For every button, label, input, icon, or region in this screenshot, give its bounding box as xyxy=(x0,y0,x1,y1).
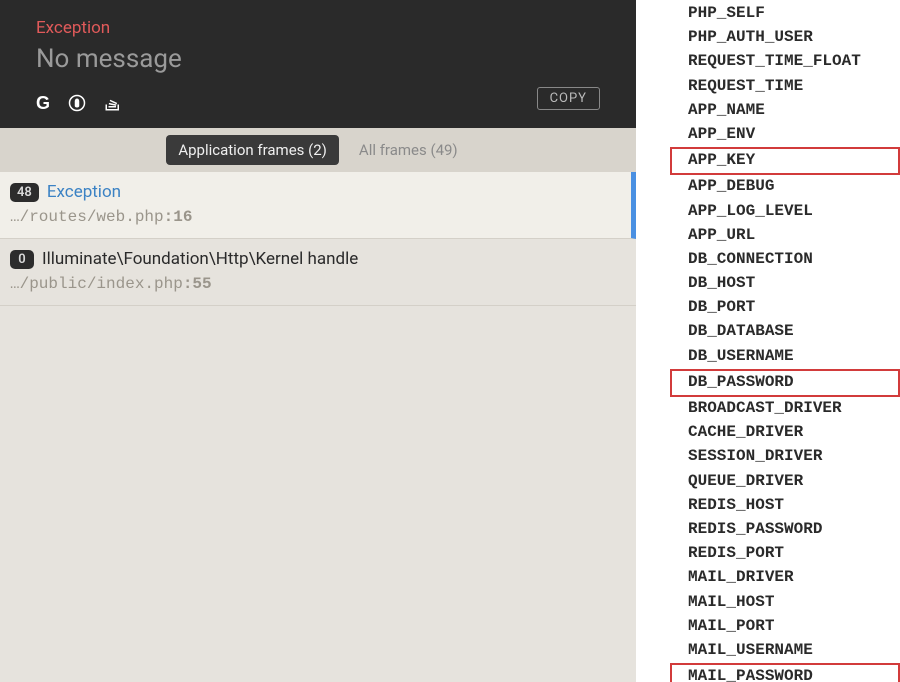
env-var-item[interactable]: REQUEST_TIME_FLOAT xyxy=(636,50,900,74)
env-variables-list: PHP_SELFPHP_AUTH_USERREQUEST_TIME_FLOATR… xyxy=(636,0,900,682)
stackoverflow-icon[interactable] xyxy=(104,94,122,112)
tab-application-frames[interactable]: Application frames (2) xyxy=(166,135,339,165)
env-var-item[interactable]: APP_URL xyxy=(636,224,900,248)
env-var-item[interactable]: REDIS_PORT xyxy=(636,542,900,566)
env-var-item[interactable]: PHP_SELF xyxy=(636,2,900,26)
copy-button[interactable]: COPY xyxy=(537,87,600,110)
env-var-item[interactable]: QUEUE_DRIVER xyxy=(636,470,900,494)
frame-index-badge: 48 xyxy=(10,183,39,202)
env-var-item[interactable]: REDIS_PASSWORD xyxy=(636,518,900,542)
google-icon[interactable]: G xyxy=(36,94,50,112)
env-var-item[interactable]: BROADCAST_DRIVER xyxy=(636,397,900,421)
frame-item[interactable]: 0 Illuminate\Foundation\Http\Kernel hand… xyxy=(0,239,636,306)
exception-message: No message xyxy=(36,44,600,74)
frame-path: …/public/index.php:55 xyxy=(10,275,626,293)
env-var-item[interactable]: DB_HOST xyxy=(636,272,900,296)
exception-header: Exception No message G COPY xyxy=(0,0,636,128)
frame-path: …/routes/web.php:16 xyxy=(10,208,621,226)
left-pane: Exception No message G COPY Application … xyxy=(0,0,636,682)
env-var-item[interactable]: MAIL_HOST xyxy=(636,591,900,615)
env-var-item[interactable]: CACHE_DRIVER xyxy=(636,421,900,445)
env-var-item[interactable]: REDIS_HOST xyxy=(636,494,900,518)
duckduckgo-icon[interactable] xyxy=(68,94,86,112)
env-var-item[interactable]: MAIL_USERNAME xyxy=(636,639,900,663)
env-var-item[interactable]: DB_USERNAME xyxy=(636,345,900,369)
env-var-item[interactable]: REQUEST_TIME xyxy=(636,75,900,99)
frame-title: Exception xyxy=(47,182,121,202)
env-var-item[interactable]: MAIL_DRIVER xyxy=(636,566,900,590)
tab-all-frames[interactable]: All frames (49) xyxy=(347,135,470,165)
env-var-item[interactable]: DB_PORT xyxy=(636,296,900,320)
frames-list: 48 Exception …/routes/web.php:16 0 Illum… xyxy=(0,172,636,682)
frame-tabs: Application frames (2) All frames (49) xyxy=(0,128,636,172)
frame-item[interactable]: 48 Exception …/routes/web.php:16 xyxy=(0,172,636,239)
env-var-item[interactable]: APP_ENV xyxy=(636,123,900,147)
env-var-item[interactable]: DB_DATABASE xyxy=(636,320,900,344)
env-var-item[interactable]: PHP_AUTH_USER xyxy=(636,26,900,50)
env-var-item[interactable]: APP_KEY xyxy=(670,147,900,175)
frame-index-badge: 0 xyxy=(10,250,34,269)
env-var-item[interactable]: APP_NAME xyxy=(636,99,900,123)
env-var-item[interactable]: MAIL_PORT xyxy=(636,615,900,639)
header-icons: G xyxy=(36,94,600,112)
env-var-item[interactable]: DB_PASSWORD xyxy=(670,369,900,397)
env-var-item[interactable]: APP_DEBUG xyxy=(636,175,900,199)
frame-title: Illuminate\Foundation\Http\Kernel handle xyxy=(42,249,358,269)
exception-label: Exception xyxy=(36,18,600,38)
env-var-item[interactable]: MAIL_PASSWORD xyxy=(670,663,900,682)
env-var-item[interactable]: SESSION_DRIVER xyxy=(636,445,900,469)
env-var-item[interactable]: APP_LOG_LEVEL xyxy=(636,200,900,224)
env-var-item[interactable]: DB_CONNECTION xyxy=(636,248,900,272)
